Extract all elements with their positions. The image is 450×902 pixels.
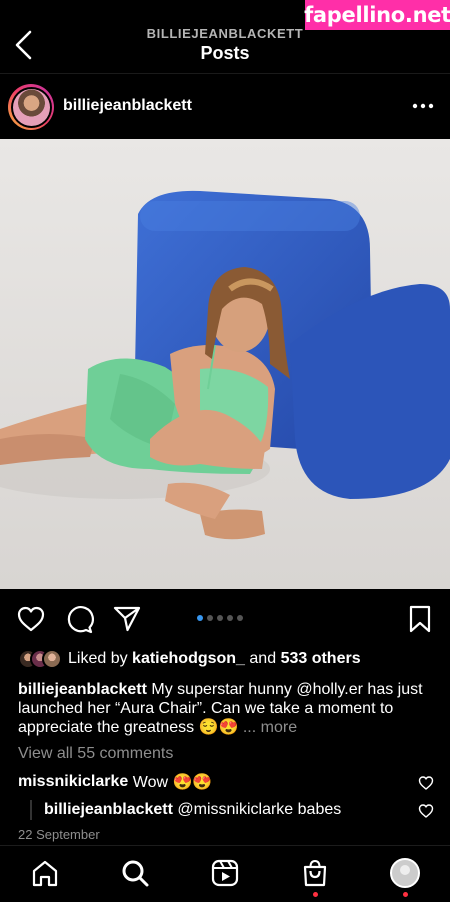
likes-prefix: Liked by xyxy=(68,650,128,667)
carousel-dot xyxy=(237,615,243,621)
post-photo[interactable] xyxy=(0,139,450,589)
likes-and: and xyxy=(249,650,277,667)
shop-notification-dot xyxy=(313,892,318,897)
comment-like-heart-icon[interactable] xyxy=(418,775,434,791)
shop-bag-icon[interactable] xyxy=(300,858,330,888)
home-icon[interactable] xyxy=(30,858,60,888)
likes-text: Liked by katiehodgson_ and 533 others xyxy=(68,650,361,668)
likes-summary[interactable]: Liked by katiehodgson_ and 533 others xyxy=(18,648,361,670)
photo-illustration xyxy=(0,139,450,589)
carousel-dot xyxy=(217,615,223,621)
carousel-dot xyxy=(227,615,233,621)
comment-icon[interactable] xyxy=(64,604,94,634)
caption-more-link[interactable]: ... more xyxy=(243,719,297,736)
reply-row: billiejeanblackett @missnikiclarke babes xyxy=(30,800,341,820)
post-caption: billiejeanblackett My superstar hunny @h… xyxy=(18,680,434,737)
liked-by-user[interactable]: katiehodgson_ xyxy=(132,650,245,667)
post-header: billiejeanblackett xyxy=(0,82,450,132)
comment-row: missnikiclarke Wow 😍😍 xyxy=(18,772,212,792)
post-date: 22 September xyxy=(18,827,100,842)
author-avatar[interactable] xyxy=(8,84,54,130)
reply-like-heart-icon[interactable] xyxy=(418,803,434,819)
liker-avatar xyxy=(42,649,62,669)
view-all-comments-link[interactable]: View all 55 comments xyxy=(18,745,173,763)
carousel-dot xyxy=(197,615,203,621)
profile-notification-dot xyxy=(403,892,408,897)
like-heart-icon[interactable] xyxy=(16,604,46,634)
caption-author[interactable]: billiejeanblackett xyxy=(18,681,147,698)
profile-avatar-tab[interactable] xyxy=(390,858,420,888)
share-icon[interactable] xyxy=(112,604,142,634)
bottom-navigation xyxy=(0,845,450,902)
carousel-indicator xyxy=(197,615,243,621)
reply-author[interactable]: billiejeanblackett xyxy=(44,801,173,819)
search-icon[interactable] xyxy=(120,858,150,888)
comment-text: Wow 😍😍 xyxy=(132,774,213,791)
page-title: Posts xyxy=(200,43,250,63)
comment-author[interactable]: missnikiclarke xyxy=(18,773,128,791)
more-options-icon[interactable] xyxy=(412,96,434,116)
reply-text: @missnikiclarke babes xyxy=(177,801,342,818)
carousel-dot xyxy=(207,615,213,621)
reels-icon[interactable] xyxy=(210,858,240,888)
likes-others-count[interactable]: 533 others xyxy=(281,650,361,667)
save-bookmark-icon[interactable] xyxy=(405,604,435,634)
watermark-badge: fapellino.net xyxy=(304,0,450,30)
post-author-name[interactable]: billiejeanblackett xyxy=(63,97,192,115)
